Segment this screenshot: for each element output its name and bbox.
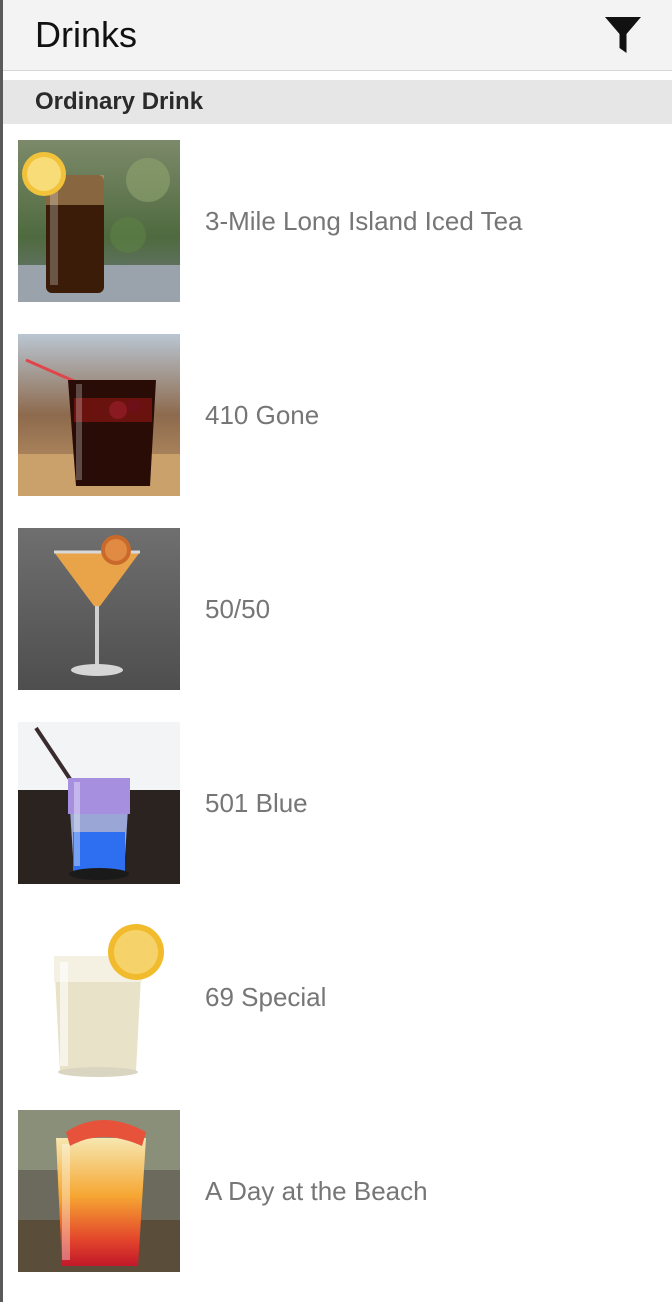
- drink-thumbnail: [18, 528, 180, 690]
- drink-list: 3-Mile Long Island Iced Tea 410 Gone 50/…: [3, 124, 672, 1288]
- filter-icon: [605, 17, 641, 53]
- drink-name: 69 Special: [205, 982, 327, 1012]
- list-item[interactable]: 410 Gone: [3, 318, 672, 512]
- drink-thumbnail: [18, 916, 180, 1078]
- drink-name: 50/50: [205, 594, 271, 624]
- drink-name: 501 Blue: [205, 788, 308, 818]
- drink-thumbnail: [18, 334, 180, 496]
- drink-name: 3-Mile Long Island Iced Tea: [205, 206, 523, 236]
- page-title: Drinks: [35, 14, 138, 55]
- list-item[interactable]: A Day at the Beach: [3, 1094, 672, 1288]
- drink-thumbnail: [18, 140, 180, 302]
- list-item[interactable]: 69 Special: [3, 900, 672, 1094]
- list-item[interactable]: 50/50: [3, 512, 672, 706]
- drink-thumbnail: [18, 722, 180, 884]
- list-item[interactable]: 3-Mile Long Island Iced Tea: [3, 124, 672, 318]
- filter-button[interactable]: [597, 10, 649, 60]
- section-title: Ordinary Drink: [35, 88, 204, 115]
- drink-name: 410 Gone: [205, 400, 320, 430]
- list-item[interactable]: 501 Blue: [3, 706, 672, 900]
- app-bar: Drinks: [3, 0, 672, 71]
- drink-name: A Day at the Beach: [205, 1176, 428, 1206]
- section-header: Ordinary Drink: [3, 80, 672, 124]
- drink-thumbnail: [18, 1110, 180, 1272]
